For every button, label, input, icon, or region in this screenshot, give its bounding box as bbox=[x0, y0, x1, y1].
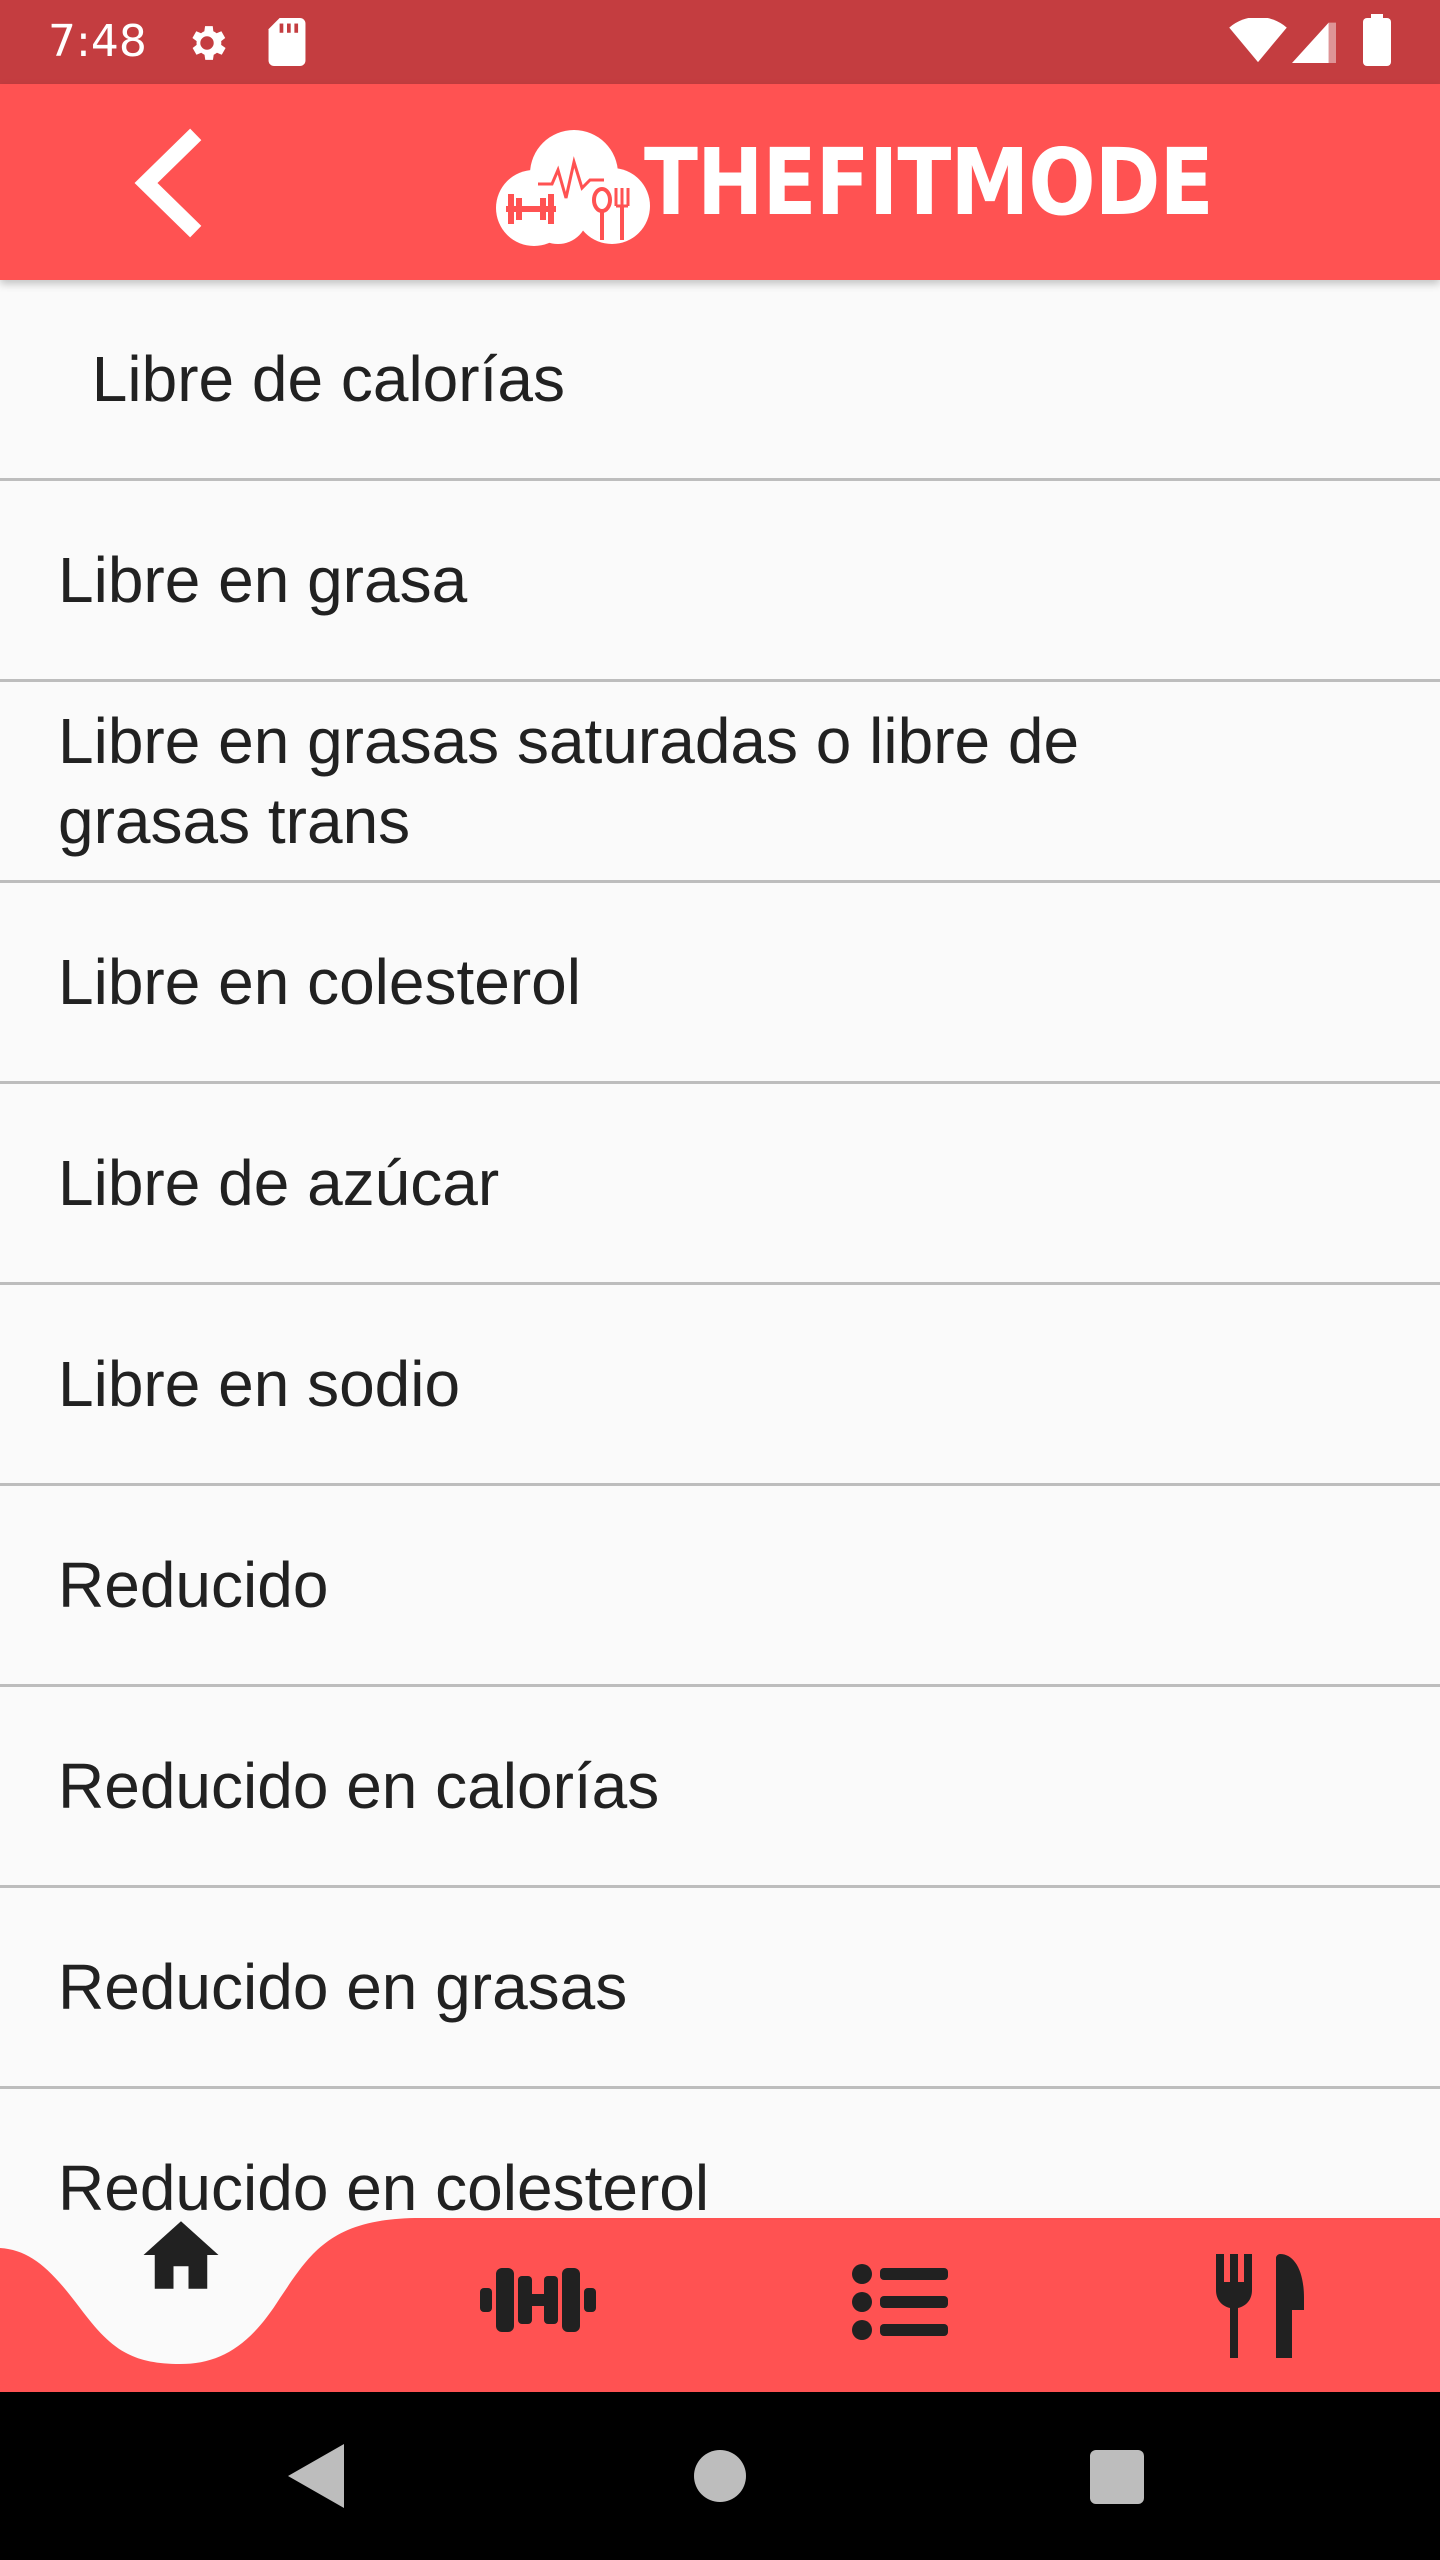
home-icon bbox=[143, 2221, 219, 2289]
list-icon bbox=[852, 2264, 948, 2340]
list-item-label: Libre en grasas saturadas o libre de gra… bbox=[58, 705, 1080, 857]
list-item[interactable]: Libre en colesterol bbox=[0, 883, 1440, 1084]
list-item-label: Libre de calorías bbox=[74, 343, 565, 415]
list-item-label: Reducido en grasas bbox=[58, 1951, 628, 2023]
list-item[interactable]: Libre en grasas saturadas o libre de gra… bbox=[0, 682, 1440, 883]
fork-knife-icon bbox=[1216, 2254, 1304, 2358]
chevron-left-icon bbox=[134, 128, 202, 238]
sd-card-icon bbox=[268, 18, 306, 66]
bottom-navigation-bar bbox=[0, 2218, 1440, 2392]
gear-icon bbox=[192, 26, 226, 60]
logo-text: THEFITMODE bbox=[644, 129, 1214, 236]
battery-icon bbox=[1363, 14, 1391, 66]
back-button[interactable] bbox=[118, 128, 218, 238]
home-circle-icon[interactable] bbox=[694, 2450, 746, 2502]
list-item[interactable]: Libre en grasa bbox=[0, 481, 1440, 682]
dumbbell-icon bbox=[480, 2268, 596, 2332]
app-logo: THEFITMODE bbox=[494, 114, 1214, 250]
list-item-label: Libre en colesterol bbox=[58, 946, 581, 1018]
system-navigation-bar bbox=[0, 2392, 1440, 2560]
recents-square-icon[interactable] bbox=[1090, 2450, 1144, 2504]
list-item[interactable]: Libre de calorías bbox=[0, 280, 1440, 481]
list-item[interactable]: Reducido bbox=[0, 1486, 1440, 1687]
nav-nutrition-button[interactable] bbox=[1212, 2254, 1304, 2358]
list-item[interactable]: Reducido en calorías bbox=[0, 1687, 1440, 1888]
list-item[interactable]: Reducido en grasas bbox=[0, 1888, 1440, 2089]
status-time: 7:48 bbox=[48, 16, 147, 67]
list-item[interactable]: Libre de azúcar bbox=[0, 1084, 1440, 1285]
nutrition-claims-list: Libre de calorías Libre en grasa Libre e… bbox=[0, 280, 1440, 2218]
list-item-label: Libre en grasa bbox=[58, 544, 468, 616]
list-item[interactable]: Libre en sodio bbox=[0, 1285, 1440, 1486]
logo-emblem-icon bbox=[496, 130, 650, 246]
back-triangle-icon[interactable] bbox=[288, 2444, 344, 2508]
nav-home-button[interactable] bbox=[136, 2210, 226, 2300]
wifi-icon bbox=[1229, 18, 1287, 63]
list-item-label: Reducido bbox=[58, 1549, 329, 1621]
nav-list-button[interactable] bbox=[852, 2264, 948, 2340]
list-item-label: Libre en sodio bbox=[58, 1348, 461, 1420]
list-item-label: Libre de azúcar bbox=[58, 1147, 500, 1219]
cellular-signal-icon bbox=[1292, 22, 1336, 64]
status-bar: 7:48 bbox=[0, 0, 1440, 84]
app-bar: THEFITMODE bbox=[0, 84, 1440, 280]
list-item-label: Reducido en calorías bbox=[58, 1750, 660, 1822]
nav-workout-button[interactable] bbox=[480, 2260, 596, 2340]
